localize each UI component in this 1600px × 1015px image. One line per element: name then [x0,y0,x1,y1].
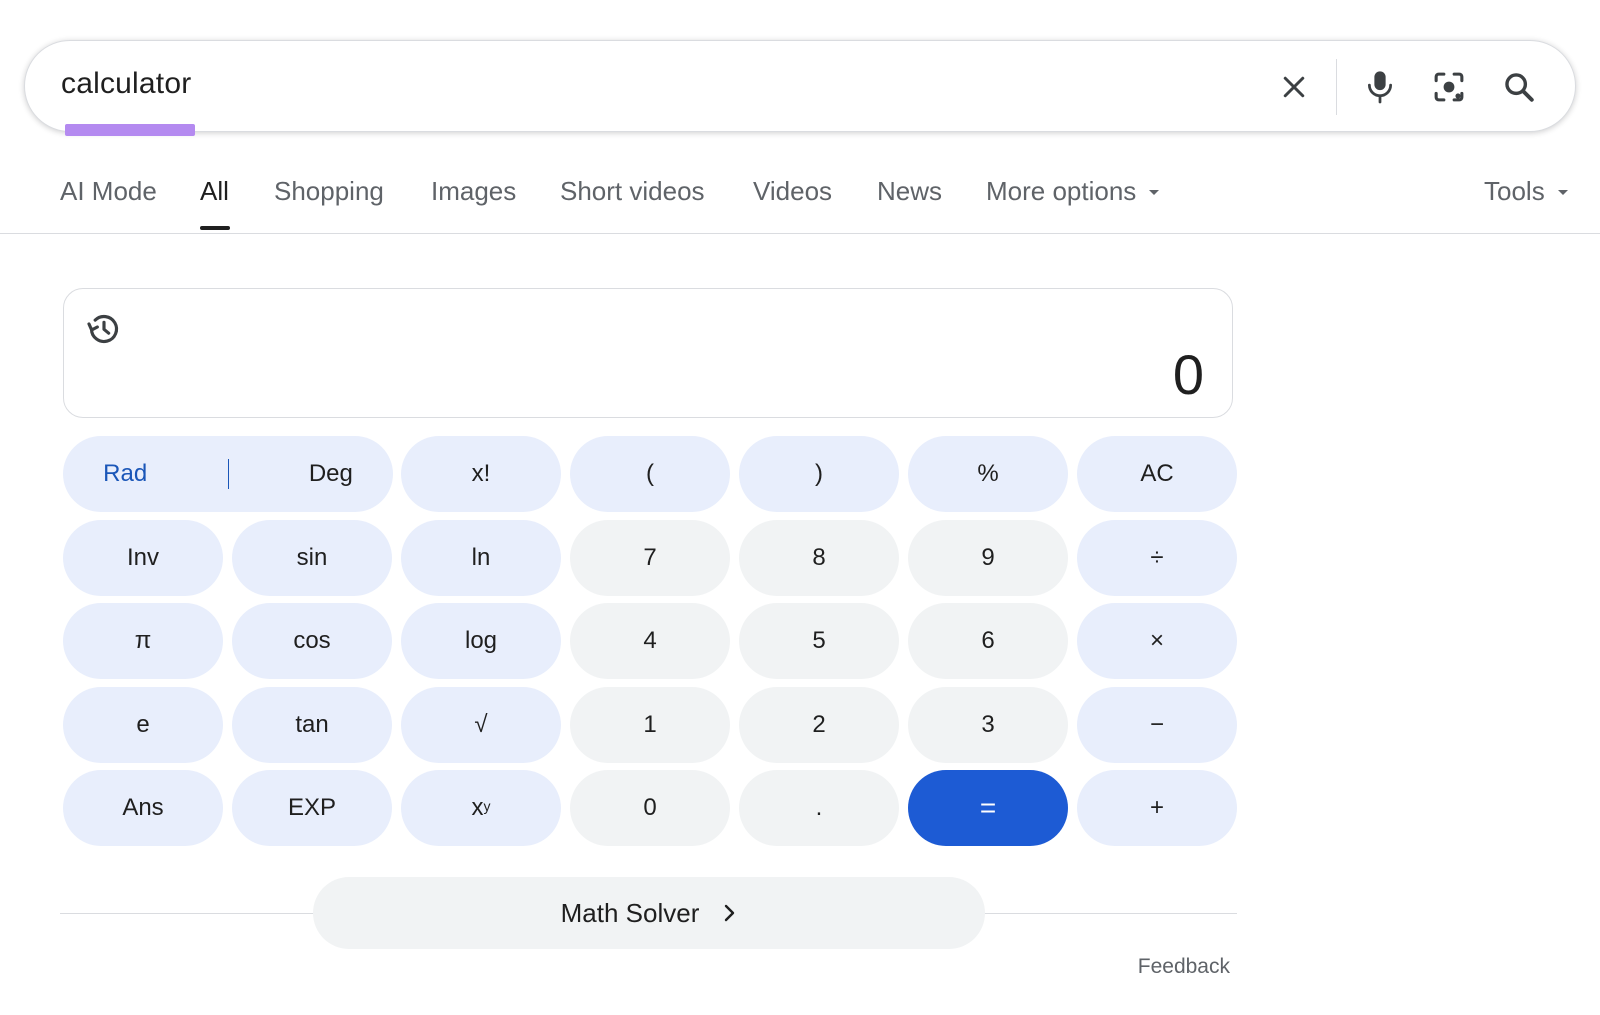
history-icon[interactable] [84,309,124,349]
math-solver-label: Math Solver [560,897,700,928]
answer-button[interactable]: Ans [63,770,223,846]
equals-button[interactable]: = [908,770,1068,846]
digit-2-button[interactable]: 2 [739,687,899,763]
tan-button[interactable]: tan [232,687,392,763]
digit-9-button[interactable]: 9 [908,520,1068,596]
decimal-button[interactable]: . [739,770,899,846]
left-paren-button[interactable]: ( [570,436,730,512]
cos-button[interactable]: cos [232,603,392,679]
tools-menu[interactable]: Tools [1484,176,1569,207]
search-icon[interactable] [1498,66,1540,108]
search-input[interactable]: calculator [61,67,191,101]
tab-news[interactable]: News [877,176,942,207]
caret-down-icon [1557,190,1568,196]
rad-deg-toggle[interactable]: Rad Deg [63,436,393,512]
caret-down-icon [1149,190,1160,196]
calculator-display: 0 [63,288,1233,418]
search-bar-divider [1336,59,1337,115]
active-tab-indicator [200,226,230,230]
ln-button[interactable]: ln [401,520,561,596]
search-text-highlight [65,124,195,136]
pi-button[interactable]: π [63,603,223,679]
plus-button[interactable]: + [1077,770,1237,846]
search-tabs: AI Mode All Shopping Images Short videos… [0,150,1600,234]
feedback-link[interactable]: Feedback [1138,955,1230,979]
tab-shopping[interactable]: Shopping [274,176,384,207]
percent-button[interactable]: % [908,436,1068,512]
more-options-label: More options [986,176,1137,206]
inverse-button[interactable]: Inv [63,520,223,596]
more-options-menu[interactable]: More options [986,176,1160,207]
log-button[interactable]: log [401,603,561,679]
math-solver-button[interactable]: Math Solver [313,877,985,949]
display-value: 0 [1172,343,1204,406]
minus-button[interactable]: − [1077,687,1237,763]
square-root-button[interactable]: √ [401,687,561,763]
digit-7-button[interactable]: 7 [570,520,730,596]
digit-5-button[interactable]: 5 [739,603,899,679]
divide-button[interactable]: ÷ [1077,520,1237,596]
factorial-button[interactable]: x! [401,436,561,512]
power-base-label: x [471,794,484,821]
search-bar[interactable]: calculator [24,40,1576,136]
sin-button[interactable]: sin [232,520,392,596]
digit-1-button[interactable]: 1 [570,687,730,763]
power-exponent-label: y [483,798,491,814]
microphone-icon[interactable] [1359,66,1401,108]
digit-6-button[interactable]: 6 [908,603,1068,679]
right-paren-button[interactable]: ) [739,436,899,512]
digit-3-button[interactable]: 3 [908,687,1068,763]
tab-ai-mode[interactable]: AI Mode [60,176,157,207]
rad-mode-button[interactable]: Rad [103,460,147,488]
close-icon[interactable] [1273,66,1315,108]
euler-button[interactable]: e [63,687,223,763]
chevron-right-icon [723,903,737,923]
mode-divider [227,459,229,489]
tab-short-videos[interactable]: Short videos [560,176,705,207]
tab-images[interactable]: Images [431,176,516,207]
tab-all[interactable]: All [200,176,229,207]
tools-label: Tools [1484,176,1545,206]
all-clear-button[interactable]: AC [1077,436,1237,512]
digit-8-button[interactable]: 8 [739,520,899,596]
search-results-page: calculator AI Mode All Shopping Images S… [0,0,1600,1015]
deg-mode-button[interactable]: Deg [309,460,353,488]
lens-icon[interactable] [1428,66,1470,108]
multiply-button[interactable]: × [1077,603,1237,679]
exp-button[interactable]: EXP [232,770,392,846]
power-button[interactable]: xy [401,770,561,846]
tab-videos[interactable]: Videos [753,176,832,207]
digit-0-button[interactable]: 0 [570,770,730,846]
digit-4-button[interactable]: 4 [570,603,730,679]
